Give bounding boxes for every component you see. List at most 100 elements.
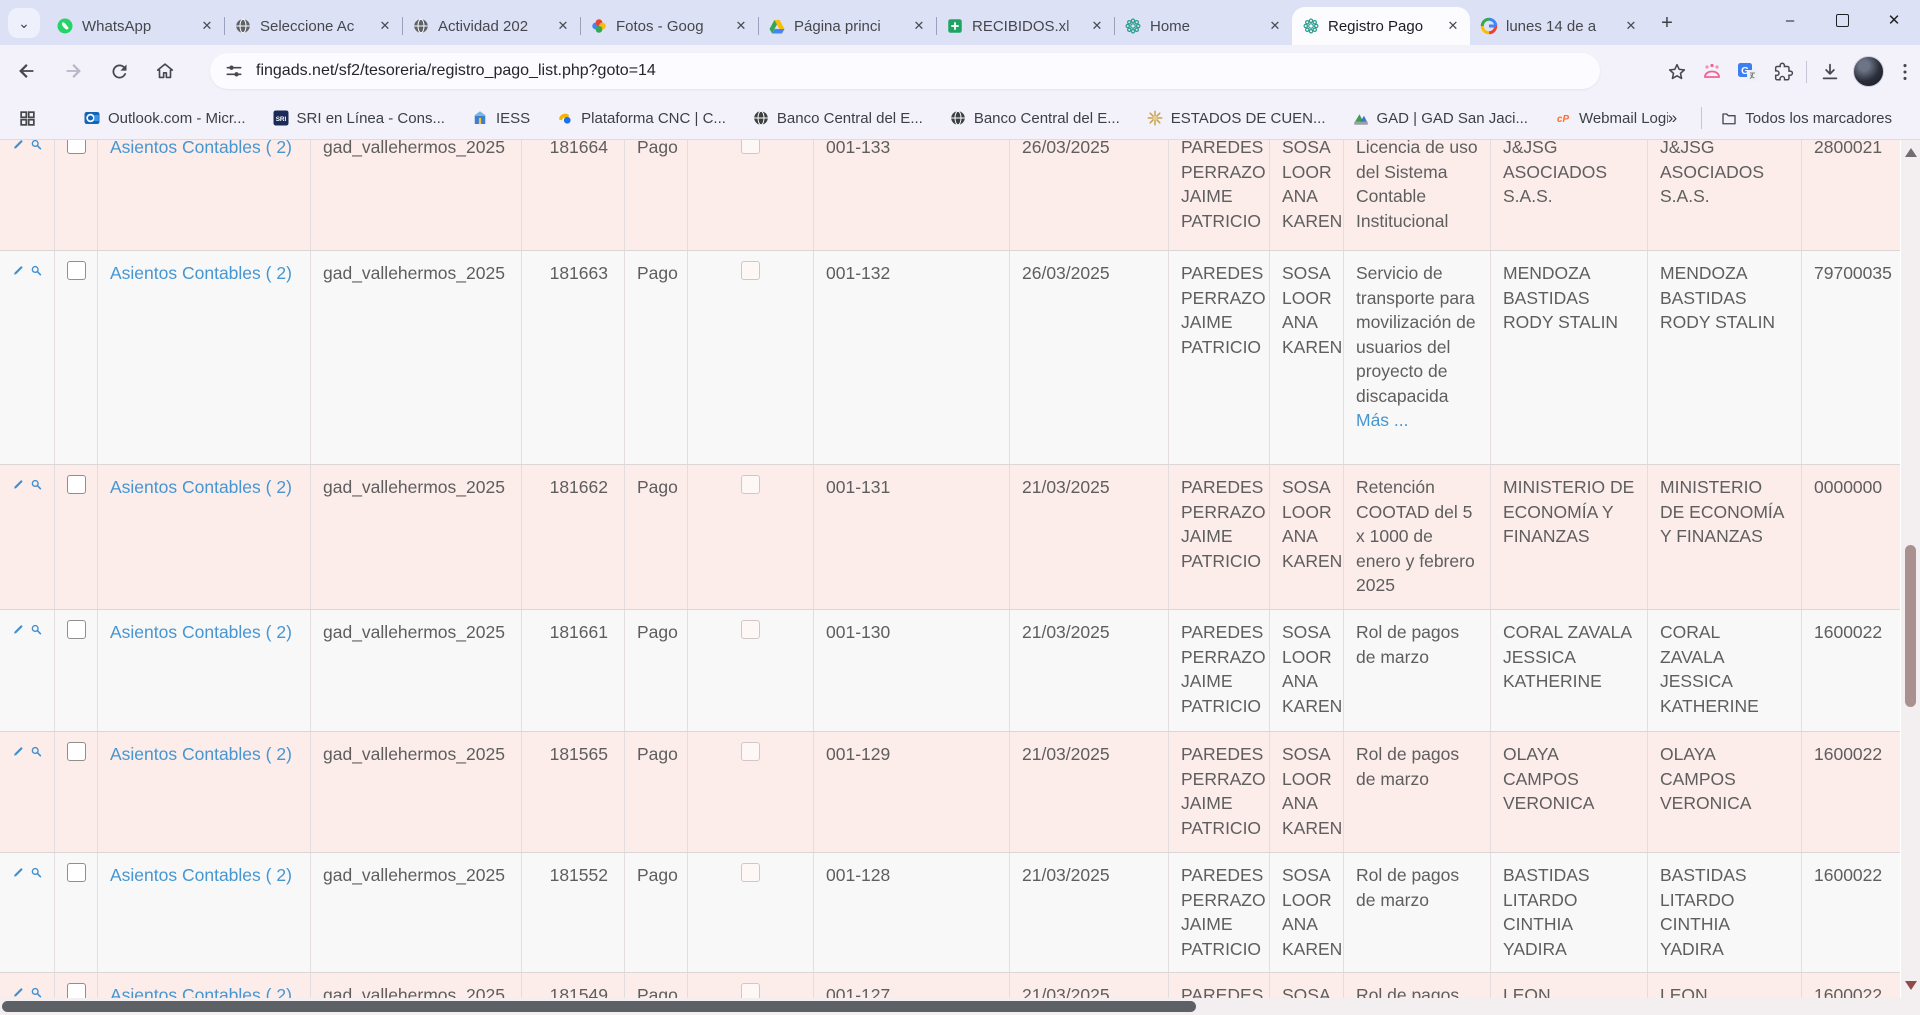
more-link[interactable]: Más ...	[1356, 410, 1409, 430]
tab-actividad-202[interactable]: Actividad 202✕	[402, 7, 580, 45]
home-button[interactable]	[150, 56, 180, 86]
view-magnifier-icon[interactable]	[30, 863, 43, 882]
row-checkbox[interactable]	[67, 620, 86, 639]
close-tab-icon[interactable]: ✕	[554, 17, 572, 35]
tab-fotos-goog[interactable]: Fotos - Goog✕	[580, 7, 758, 45]
cell-link: Asientos Contables ( 2)	[98, 853, 311, 973]
tab-title: Seleccione Ac	[260, 18, 376, 35]
close-tab-icon[interactable]: ✕	[376, 17, 394, 35]
bookmark-star-icon[interactable]	[1666, 61, 1688, 83]
view-magnifier-icon[interactable]	[30, 261, 43, 280]
tab-title: RECIBIDOS.xl	[972, 18, 1088, 35]
edit-pencil-icon[interactable]	[12, 475, 25, 494]
view-magnifier-icon[interactable]	[30, 742, 43, 761]
row-checkbox[interactable]	[67, 742, 86, 761]
minimize-button[interactable]: –	[1764, 0, 1816, 40]
asientos-contables-link[interactable]: Asientos Contables ( 2)	[110, 140, 292, 157]
bookmark-plataforma-cnc-c[interactable]: Plataforma CNC | C...	[548, 105, 734, 131]
edit-pencil-icon[interactable]	[12, 620, 25, 639]
vertical-scrollbar-thumb[interactable]	[1905, 545, 1916, 707]
close-tab-icon[interactable]: ✕	[1622, 17, 1640, 35]
close-tab-icon[interactable]: ✕	[198, 17, 216, 35]
profile-avatar[interactable]	[1853, 56, 1884, 87]
close-tab-icon[interactable]: ✕	[910, 17, 928, 35]
tab-seleccione-ac[interactable]: Seleccione Ac✕	[224, 7, 402, 45]
asientos-contables-link[interactable]: Asientos Contables ( 2)	[110, 477, 292, 497]
edit-pencil-icon[interactable]	[12, 863, 25, 882]
close-tab-icon[interactable]: ✕	[1266, 17, 1284, 35]
new-tab-button[interactable]: +	[1652, 9, 1682, 37]
row-flag-checkbox[interactable]	[741, 863, 760, 882]
bookmark-webmail-login[interactable]: cPWebmail Login	[1546, 105, 1668, 131]
scroll-up-arrow-icon[interactable]	[1905, 148, 1917, 157]
pink-extension-icon[interactable]	[1700, 61, 1724, 83]
row-flag-checkbox[interactable]	[741, 620, 760, 639]
tab-search-button[interactable]: ⌄	[8, 8, 40, 38]
close-tab-icon[interactable]: ✕	[1444, 17, 1462, 35]
row-checkbox[interactable]	[67, 140, 86, 154]
vertical-scrollbar[interactable]	[1901, 140, 1920, 998]
bookmark-iess[interactable]: IESS	[463, 105, 538, 131]
edit-pencil-icon[interactable]	[12, 261, 25, 280]
cell-date: 26/03/2025	[1010, 140, 1169, 251]
close-tab-icon[interactable]: ✕	[1088, 17, 1106, 35]
bookmark-outlook-com-micr[interactable]: Outlook.com - Micr...	[75, 105, 254, 131]
close-tab-icon[interactable]: ✕	[732, 17, 750, 35]
back-icon	[16, 60, 38, 82]
view-magnifier-icon[interactable]	[30, 475, 43, 494]
maximize-button[interactable]	[1816, 0, 1868, 40]
table-row: Asientos Contables ( 2)gad_vallehermos_2…	[0, 853, 1900, 973]
tab-registro-pago[interactable]: Registro Pago✕	[1292, 7, 1470, 45]
cell-check2	[688, 732, 814, 853]
back-button[interactable]	[12, 56, 42, 86]
bookmark-sri-en-l-nea-cons[interactable]: SRISRI en Línea - Cons...	[264, 105, 453, 131]
downloads-icon[interactable]	[1819, 61, 1841, 83]
bookmarks-overflow-button[interactable]: »	[1668, 108, 1677, 128]
view-magnifier-icon[interactable]	[30, 620, 43, 639]
row-checkbox[interactable]	[67, 475, 86, 494]
asientos-contables-link[interactable]: Asientos Contables ( 2)	[110, 263, 292, 283]
cell-ben1: J&JSG ASOCIADOS S.A.S.	[1491, 140, 1648, 251]
edit-pencil-icon[interactable]	[12, 742, 25, 761]
row-flag-checkbox[interactable]	[741, 475, 760, 494]
minimize-icon: –	[1786, 12, 1794, 29]
cell-ben2: J&JSG ASOCIADOS S.A.S.	[1648, 140, 1802, 251]
row-flag-checkbox[interactable]	[741, 140, 760, 154]
cell-doc: 001-132	[814, 251, 1010, 465]
bookmark-estados-de-cuen[interactable]: ESTADOS DE CUEN...	[1138, 105, 1334, 131]
tab-home[interactable]: Home✕	[1114, 7, 1292, 45]
close-button[interactable]: ✕	[1868, 0, 1920, 40]
view-magnifier-icon[interactable]	[30, 140, 43, 154]
bookmark-label: Webmail Login	[1579, 110, 1668, 127]
cell-doc: 001-129	[814, 732, 1010, 853]
translate-icon[interactable]: G	[1736, 60, 1760, 84]
row-flag-checkbox[interactable]	[741, 261, 760, 280]
address-bar[interactable]: fingads.net/sf2/tesoreria/registro_pago_…	[210, 53, 1600, 89]
tab-p-gina-princi[interactable]: Página princi✕	[758, 7, 936, 45]
tab-whatsapp[interactable]: WhatsApp✕	[46, 7, 224, 45]
cell-ben1: MINISTERIO DE ECONOMÍA Y FINANZAS	[1491, 465, 1648, 610]
extensions-puzzle-icon[interactable]	[1772, 61, 1794, 83]
bookmark-banco-central-del-e[interactable]: Banco Central del E...	[941, 105, 1128, 131]
row-checkbox[interactable]	[67, 261, 86, 280]
row-checkbox[interactable]	[67, 863, 86, 882]
horizontal-scrollbar[interactable]	[0, 998, 1901, 1015]
asientos-contables-link[interactable]: Asientos Contables ( 2)	[110, 865, 292, 885]
apps-grid-button[interactable]	[10, 105, 45, 132]
scroll-down-arrow-icon[interactable]	[1905, 981, 1917, 990]
forward-button[interactable]	[58, 56, 88, 86]
asientos-contables-link[interactable]: Asientos Contables ( 2)	[110, 744, 292, 764]
horizontal-scrollbar-thumb[interactable]	[2, 1001, 1196, 1012]
maximize-icon	[1836, 14, 1849, 27]
row-flag-checkbox[interactable]	[741, 742, 760, 761]
tab-lunes-14-de-a[interactable]: lunes 14 de a✕	[1470, 7, 1648, 45]
bookmark-banco-central-del-e[interactable]: Banco Central del E...	[744, 105, 931, 131]
tab-recibidos-xl[interactable]: RECIBIDOS.xl✕	[936, 7, 1114, 45]
all-bookmarks-button[interactable]: Todos los marcadores	[1712, 105, 1900, 131]
edit-pencil-icon[interactable]	[12, 140, 25, 154]
bookmark-gad-gad-san-jaci[interactable]: GAD | GAD San Jaci...	[1344, 105, 1536, 131]
bookmark-label: ESTADOS DE CUEN...	[1171, 110, 1326, 127]
kebab-menu-icon[interactable]	[1896, 61, 1914, 83]
reload-button[interactable]	[104, 56, 134, 86]
asientos-contables-link[interactable]: Asientos Contables ( 2)	[110, 622, 292, 642]
